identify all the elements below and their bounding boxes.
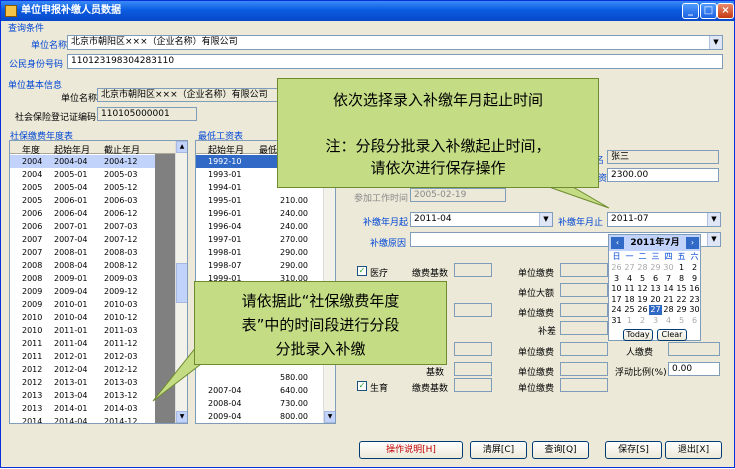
main-window: 单位申报补缴人员数据 _ □ × 查询条件 单位名称 北京市朝阳区×××（企业名… — [0, 0, 735, 468]
clear-screen-button[interactable]: 清屏[C] — [470, 441, 527, 459]
callout-pointers — [152, 186, 610, 402]
exit-button[interactable]: 退出[X] — [665, 441, 722, 459]
top-callout-pointer — [548, 186, 610, 209]
top-callout-line2: 注：分段分批录入补缴起止时间， — [325, 137, 551, 155]
top-callout: 依次选择录入补缴年月起止时间 注：分段分批录入补缴起止时间， 请依次进行保存操作 — [277, 78, 599, 188]
left-callout-line2: 表”中的时间段进行分段 — [241, 316, 400, 334]
left-callout-line1: 请依据此“社保缴费年度 — [241, 292, 400, 310]
query-button[interactable]: 查询[Q] — [532, 441, 589, 459]
save-button[interactable]: 保存[S] — [605, 441, 662, 459]
top-callout-line1: 依次选择录入补缴年月起止时间 — [332, 91, 543, 109]
help-button[interactable]: 操作说明[H] — [359, 441, 463, 459]
left-callout: 请依据此“社保缴费年度 表”中的时间段进行分段 分批录入补缴 — [194, 281, 447, 365]
top-callout-line3: 请依次进行保存操作 — [370, 159, 506, 177]
left-callout-line3: 分批录入补缴 — [275, 340, 366, 358]
